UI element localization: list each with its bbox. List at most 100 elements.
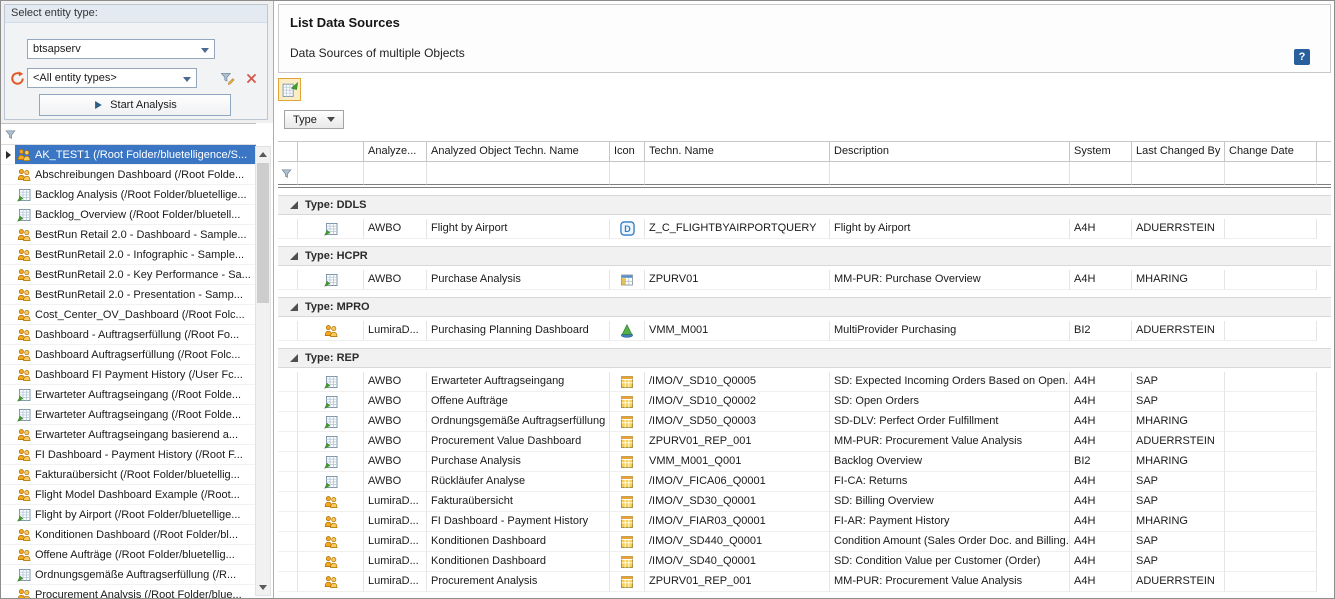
entity-list-item[interactable]: Fakturaübersicht (/Root Folder/bluetelli…: [1, 465, 256, 485]
filter-cell[interactable]: [610, 162, 645, 185]
entity-type-combobox[interactable]: <All entity types>: [27, 68, 197, 88]
entity-list-item[interactable]: Procurement Analysis (/Root Folder/blue.…: [1, 585, 256, 598]
table-row[interactable]: LumiraD...FI Dashboard - Payment History…: [278, 512, 1331, 532]
export-to-excel-button[interactable]: [278, 78, 301, 101]
scrollbar-thumb[interactable]: [257, 163, 269, 303]
entity-list-item[interactable]: Abschreibungen Dashboard (/Root Folde...: [1, 165, 256, 185]
group-row[interactable]: Type: MPRO: [278, 297, 1331, 317]
cell-system: A4H: [1070, 372, 1132, 392]
column-header[interactable]: Icon: [610, 142, 645, 162]
column-header[interactable]: Techn. Name: [645, 142, 830, 162]
filter-cell[interactable]: [427, 162, 610, 185]
collapse-group-icon[interactable]: [290, 201, 298, 209]
entity-list-item[interactable]: Flight Model Dashboard Example (/Root...: [1, 485, 256, 505]
filter-icon: [5, 129, 16, 140]
entity-list-item[interactable]: FI Dashboard - Payment History (/Root F.…: [1, 445, 256, 465]
entity-list-item[interactable]: Erwarteter Auftragseingang (/Root Folde.…: [1, 385, 256, 405]
filter-cell[interactable]: [364, 162, 427, 185]
scroll-down-button[interactable]: [256, 580, 270, 595]
column-header[interactable]: Analyzed Object Techn. Name: [427, 142, 610, 162]
table-row[interactable]: AWBOErwarteter Auftragseingang/IMO/V_SD1…: [278, 372, 1331, 392]
refresh-button[interactable]: [7, 68, 27, 88]
table-row[interactable]: LumiraD...Konditionen Dashboard/IMO/V_SD…: [278, 532, 1331, 552]
entity-list-scrollbar[interactable]: [255, 146, 271, 596]
column-header[interactable]: Analyze...: [364, 142, 427, 162]
cell-change-date: [1225, 472, 1317, 492]
filter-edit-button[interactable]: [217, 68, 237, 88]
table-row[interactable]: AWBORückläufer Analyse/IMO/V_FICA06_Q000…: [278, 472, 1331, 492]
entity-list-item[interactable]: Ordnungsgemäße Auftragserfüllung (/R...: [1, 565, 256, 585]
entity-list-item[interactable]: BestRunRetail 2.0 - Infographic - Sample…: [1, 245, 256, 265]
cell-last-changed-by: ADUERRSTEIN: [1132, 432, 1225, 452]
table-row[interactable]: LumiraD...Konditionen Dashboard/IMO/V_SD…: [278, 552, 1331, 572]
filter-cell[interactable]: [1225, 162, 1317, 185]
dashboard-icon: [15, 148, 32, 162]
entity-list-item-label: BestRunRetail 2.0 - Infographic - Sample…: [32, 249, 256, 261]
cell-change-date: [1225, 432, 1317, 452]
entity-list-item[interactable]: BestRunRetail 2.0 - Key Performance - Sa…: [1, 265, 256, 285]
help-button[interactable]: ?: [1294, 49, 1310, 65]
system-combobox[interactable]: btsapserv: [27, 39, 215, 59]
entity-list-item[interactable]: Flight by Airport (/Root Folder/bluetell…: [1, 505, 256, 525]
workbook-icon: [324, 455, 338, 469]
entity-list-item[interactable]: Erwarteter Auftragseingang basierend a..…: [1, 425, 256, 445]
table-row[interactable]: LumiraD...Purchasing Planning DashboardV…: [278, 321, 1331, 341]
column-header[interactable]: Change Date: [1225, 142, 1317, 162]
entity-list-item[interactable]: Erwarteter Auftragseingang (/Root Folde.…: [1, 405, 256, 425]
cell-techn-name: /IMO/V_FIAR03_Q0001: [645, 512, 830, 532]
table-row[interactable]: LumiraD...Procurement AnalysisZPURV01_RE…: [278, 572, 1331, 592]
table-row[interactable]: AWBOPurchase AnalysisZPURV01MM-PUR: Purc…: [278, 270, 1331, 290]
entity-list-item[interactable]: Dashboard Auftragserfüllung (/Root Folc.…: [1, 345, 256, 365]
cell-techn-name: VMM_M001: [645, 321, 830, 341]
entity-list-filter-row[interactable]: [1, 123, 256, 145]
focused-row-indicator: [1, 485, 15, 504]
row-filler: [1317, 432, 1331, 452]
entity-list-item[interactable]: Dashboard FI Payment History (/User Fc..…: [1, 365, 256, 385]
entity-list-item[interactable]: BestRunRetail 2.0 - Presentation - Samp.…: [1, 285, 256, 305]
entity-list-item[interactable]: Cost_Center_OV_Dashboard (/Root Folc...: [1, 305, 256, 325]
table-row[interactable]: AWBOFlight by AirportDZ_C_FLIGHTBYAIRPOR…: [278, 219, 1331, 239]
application-window: Select entity type: btsapserv <All entit…: [0, 0, 1335, 599]
column-header[interactable]: System: [1070, 142, 1132, 162]
table-row[interactable]: LumiraD...Fakturaübersicht/IMO/V_SD30_Q0…: [278, 492, 1331, 512]
filter-cell[interactable]: [1132, 162, 1225, 185]
group-rows: AWBOPurchase AnalysisZPURV01MM-PUR: Purc…: [278, 270, 1331, 290]
column-header[interactable]: [298, 142, 364, 162]
focused-row-indicator: [1, 265, 15, 284]
filter-cell[interactable]: [1070, 162, 1132, 185]
row-filler: [1317, 219, 1331, 239]
scroll-up-button[interactable]: [256, 147, 270, 162]
entity-list-item[interactable]: Offene Aufträge (/Root Folder/bluetellig…: [1, 545, 256, 565]
entity-list-item[interactable]: Konditionen Dashboard (/Root Folder/bl..…: [1, 525, 256, 545]
entity-list-item[interactable]: AK_TEST1 (/Root Folder/bluetelligence/S.…: [1, 145, 256, 165]
filter-cell[interactable]: [278, 162, 298, 185]
workbook-icon: [15, 408, 32, 422]
workbook-icon: [15, 568, 32, 582]
dashboard-icon: [15, 548, 32, 562]
collapse-group-icon[interactable]: [290, 252, 298, 260]
entity-list-item[interactable]: BestRun Retail 2.0 - Dashboard - Sample.…: [1, 225, 256, 245]
column-header[interactable]: [278, 142, 298, 162]
group-row[interactable]: Type: DDLS: [278, 195, 1331, 215]
collapse-group-icon[interactable]: [290, 354, 298, 362]
column-header[interactable]: Description: [830, 142, 1070, 162]
group-row[interactable]: Type: HCPR: [278, 246, 1331, 266]
table-row[interactable]: AWBOProcurement Value DashboardZPURV01_R…: [278, 432, 1331, 452]
group-by-chip[interactable]: Type: [284, 110, 344, 129]
entity-list-item[interactable]: Backlog Analysis (/Root Folder/bluetelli…: [1, 185, 256, 205]
filter-cell[interactable]: [830, 162, 1070, 185]
start-analysis-button[interactable]: Start Analysis: [39, 94, 231, 116]
filter-cell[interactable]: [645, 162, 830, 185]
table-row[interactable]: AWBOOffene Aufträge/IMO/V_SD10_Q0002SD: …: [278, 392, 1331, 412]
group-row[interactable]: Type: REP: [278, 348, 1331, 368]
column-header[interactable]: Last Changed By: [1132, 142, 1225, 162]
table-row[interactable]: AWBOOrdnungsgemäße Auftragserfüllung/IMO…: [278, 412, 1331, 432]
clear-filter-button[interactable]: [241, 68, 261, 88]
entity-list-item[interactable]: Dashboard - Auftragserfüllung (/Root Fo.…: [1, 325, 256, 345]
collapse-group-icon[interactable]: [290, 303, 298, 311]
table-row[interactable]: AWBOPurchase AnalysisVMM_M001_Q001Backlo…: [278, 452, 1331, 472]
workbook-icon: [324, 435, 338, 449]
entity-list-item[interactable]: Backlog_Overview (/Root Folder/bluetell.…: [1, 205, 256, 225]
filter-cell[interactable]: [298, 162, 364, 185]
cell-description: Condition Amount (Sales Order Doc. and B…: [830, 532, 1070, 552]
